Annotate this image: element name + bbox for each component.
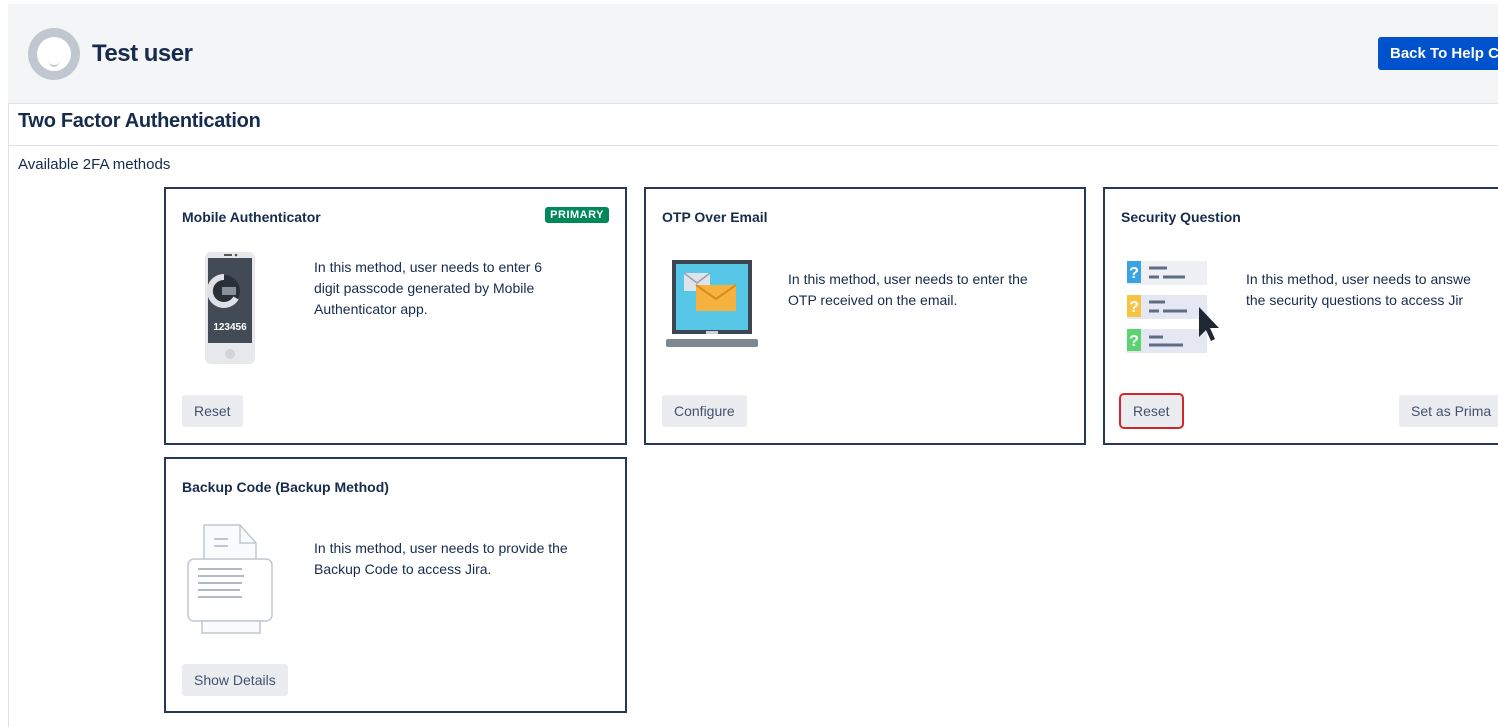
section-divider — [8, 145, 1498, 146]
passcode-text: 123456 — [213, 322, 247, 333]
method-card-backup-code: Backup Code (Backup Method) In this meth… — [164, 457, 627, 713]
configure-button[interactable]: Configure — [662, 395, 747, 427]
backup-document-icon — [187, 524, 273, 634]
user-avatar-icon — [28, 28, 80, 80]
method-card-security-question: Security Question ? ? ? In this method, … — [1103, 187, 1498, 445]
method-title: Mobile Authenticator — [182, 209, 321, 225]
reset-button[interactable]: Reset — [182, 395, 243, 427]
method-title: OTP Over Email — [662, 209, 768, 225]
svg-text:?: ? — [1129, 265, 1139, 282]
page-title: Two Factor Authentication — [18, 110, 261, 132]
method-description: In this method, user needs to answe the … — [1246, 271, 1471, 308]
back-to-help-button[interactable]: Back To Help C — [1378, 37, 1498, 70]
method-description: In this method, user needs to provide th… — [314, 540, 568, 577]
user-name: Test user — [92, 40, 193, 67]
svg-text:?: ? — [1129, 333, 1139, 350]
method-description: In this method, user needs to enter the … — [788, 271, 1028, 308]
section-subtitle: Available 2FA methods — [18, 156, 171, 173]
method-card-mobile-authenticator: Mobile Authenticator PRIMARY 123456 In t… — [164, 187, 627, 445]
method-card-otp-email: OTP Over Email In this method, user need… — [644, 187, 1086, 445]
security-question-icon: ? ? ? — [1127, 261, 1219, 353]
svg-text:?: ? — [1129, 299, 1139, 316]
mobile-phone-icon: 123456 — [205, 252, 255, 364]
method-title: Backup Code (Backup Method) — [182, 479, 389, 495]
laptop-email-icon — [666, 260, 758, 347]
reset-button-highlighted[interactable]: Reset — [1119, 393, 1184, 429]
method-title: Security Question — [1121, 209, 1241, 225]
profile-header: Test user Back To Help C — [8, 4, 1498, 104]
set-as-primary-button[interactable]: Set as Prima — [1399, 395, 1498, 427]
method-description: In this method, user needs to enter 6 di… — [314, 259, 543, 317]
show-details-button[interactable]: Show Details — [182, 664, 288, 696]
primary-badge: PRIMARY — [545, 207, 609, 223]
content-left-border — [8, 103, 9, 727]
